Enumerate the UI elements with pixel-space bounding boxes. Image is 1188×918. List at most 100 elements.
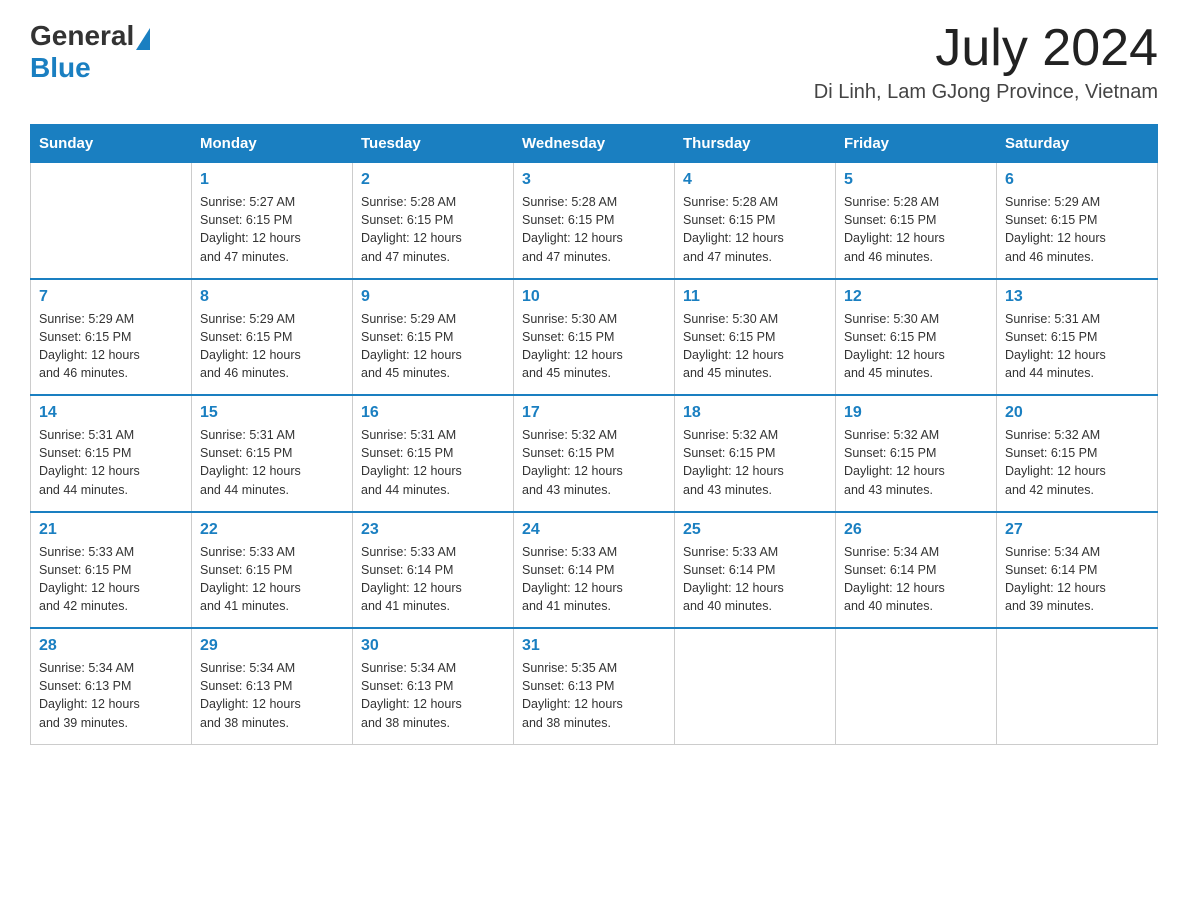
calendar-day-cell: 2Sunrise: 5:28 AM Sunset: 6:15 PM Daylig… bbox=[353, 163, 514, 279]
day-info: Sunrise: 5:33 AM Sunset: 6:14 PM Dayligh… bbox=[361, 543, 505, 616]
page-header: General Blue July 2024 Di Linh, Lam GJon… bbox=[30, 20, 1158, 104]
day-info: Sunrise: 5:28 AM Sunset: 6:15 PM Dayligh… bbox=[844, 193, 988, 266]
calendar-day-cell: 3 Sunrise: 5:28 AM Sunset: 6:15 PM Daylig… bbox=[514, 163, 675, 279]
weekday-header-thursday: Thursday bbox=[675, 125, 836, 163]
day-info: Sunrise: 5:29 AM Sunset: 6:15 PM Dayligh… bbox=[1005, 193, 1149, 266]
calendar-table: SundayMondayTuesdayWednesdayThursdayFrid… bbox=[30, 124, 1158, 745]
day-number: 17 bbox=[522, 404, 666, 422]
calendar-day-cell: 19 Sunrise: 5:32 AM Sunset: 6:15 PM Dayli… bbox=[836, 395, 997, 512]
calendar-day-cell: 11Sunrise: 5:30 AM Sunset: 6:15 PM Dayli… bbox=[675, 279, 836, 396]
day-info: Sunrise: 5:29 AM Sunset: 6:15 PM Dayligh… bbox=[200, 310, 344, 383]
weekday-header-wednesday: Wednesday bbox=[514, 125, 675, 163]
calendar-day-cell: 20 Sunrise: 5:32 AM Sunset: 6:15 PM Dayli… bbox=[997, 395, 1158, 512]
calendar-day-cell: 30 Sunrise: 5:34 AM Sunset: 6:13 PM Dayli… bbox=[353, 628, 514, 744]
calendar-day-cell: 10 Sunrise: 5:30 AM Sunset: 6:15 PM Dayli… bbox=[514, 279, 675, 396]
day-number: 3 bbox=[522, 171, 666, 189]
day-info: Sunrise: 5:30 AM Sunset: 6:15 PM Dayligh… bbox=[522, 310, 666, 383]
day-number: 16 bbox=[361, 404, 505, 422]
calendar-week-row: 14Sunrise: 5:31 AM Sunset: 6:15 PM Dayli… bbox=[31, 395, 1158, 512]
calendar-day-cell: 29Sunrise: 5:34 AM Sunset: 6:13 PM Dayli… bbox=[192, 628, 353, 744]
day-info: Sunrise: 5:32 AM Sunset: 6:15 PM Dayligh… bbox=[683, 426, 827, 499]
day-number: 22 bbox=[200, 521, 344, 539]
logo: General Blue bbox=[30, 20, 150, 84]
day-info: Sunrise: 5:30 AM Sunset: 6:15 PM Dayligh… bbox=[844, 310, 988, 383]
calendar-day-cell: 27Sunrise: 5:34 AM Sunset: 6:14 PM Dayli… bbox=[997, 512, 1158, 629]
logo-general-text: General bbox=[30, 20, 134, 52]
day-number: 4 bbox=[683, 171, 827, 189]
day-number: 10 bbox=[522, 288, 666, 306]
calendar-day-cell bbox=[675, 628, 836, 744]
day-number: 1 bbox=[200, 171, 344, 189]
day-info: Sunrise: 5:28 AM Sunset: 6:15 PM Dayligh… bbox=[361, 193, 505, 266]
calendar-day-cell: 22 Sunrise: 5:33 AM Sunset: 6:15 PM Dayli… bbox=[192, 512, 353, 629]
day-number: 25 bbox=[683, 521, 827, 539]
day-info: Sunrise: 5:31 AM Sunset: 6:15 PM Dayligh… bbox=[361, 426, 505, 499]
day-info: Sunrise: 5:32 AM Sunset: 6:15 PM Dayligh… bbox=[844, 426, 988, 499]
day-number: 31 bbox=[522, 637, 666, 655]
calendar-day-cell: 6 Sunrise: 5:29 AM Sunset: 6:15 PM Daylig… bbox=[997, 163, 1158, 279]
day-info: Sunrise: 5:28 AM Sunset: 6:15 PM Dayligh… bbox=[683, 193, 827, 266]
weekday-header-friday: Friday bbox=[836, 125, 997, 163]
day-info: Sunrise: 5:31 AM Sunset: 6:15 PM Dayligh… bbox=[1005, 310, 1149, 383]
calendar-week-row: 21 Sunrise: 5:33 AM Sunset: 6:15 PM Dayli… bbox=[31, 512, 1158, 629]
calendar-day-cell: 25 Sunrise: 5:33 AM Sunset: 6:14 PM Dayli… bbox=[675, 512, 836, 629]
calendar-day-cell: 18 Sunrise: 5:32 AM Sunset: 6:15 PM Dayli… bbox=[675, 395, 836, 512]
calendar-day-cell: 21Sunrise: 5:33 AM Sunset: 6:15 PM Dayli… bbox=[31, 512, 192, 629]
calendar-week-row: 7 Sunrise: 5:29 AM Sunset: 6:15 PM Daylig… bbox=[31, 279, 1158, 396]
calendar-week-row: 28 Sunrise: 5:34 AM Sunset: 6:13 PM Dayli… bbox=[31, 628, 1158, 744]
day-number: 19 bbox=[844, 404, 988, 422]
calendar-day-cell: 14Sunrise: 5:31 AM Sunset: 6:15 PM Dayli… bbox=[31, 395, 192, 512]
calendar-day-cell: 12 Sunrise: 5:30 AM Sunset: 6:15 PM Dayli… bbox=[836, 279, 997, 396]
calendar-day-cell bbox=[997, 628, 1158, 744]
weekday-header-row: SundayMondayTuesdayWednesdayThursdayFrid… bbox=[31, 125, 1158, 163]
day-number: 28 bbox=[39, 637, 183, 655]
day-number: 5 bbox=[844, 171, 988, 189]
day-info: Sunrise: 5:34 AM Sunset: 6:13 PM Dayligh… bbox=[361, 659, 505, 732]
day-info: Sunrise: 5:34 AM Sunset: 6:14 PM Dayligh… bbox=[844, 543, 988, 616]
day-number: 15 bbox=[200, 404, 344, 422]
month-title: July 2024 bbox=[814, 20, 1158, 77]
title-block: July 2024 Di Linh, Lam GJong Province, V… bbox=[814, 20, 1158, 104]
day-number: 29 bbox=[200, 637, 344, 655]
calendar-day-cell: 7Sunrise: 5:29 AM Sunset: 6:15 PM Daylig… bbox=[31, 279, 192, 396]
calendar-week-row: 1 Sunrise: 5:27 AM Sunset: 6:15 PM Daylig… bbox=[31, 163, 1158, 279]
day-number: 30 bbox=[361, 637, 505, 655]
location-title: Di Linh, Lam GJong Province, Vietnam bbox=[814, 81, 1158, 104]
weekday-header-monday: Monday bbox=[192, 125, 353, 163]
calendar-day-cell: 26 Sunrise: 5:34 AM Sunset: 6:14 PM Dayli… bbox=[836, 512, 997, 629]
day-info: Sunrise: 5:33 AM Sunset: 6:14 PM Dayligh… bbox=[522, 543, 666, 616]
day-info: Sunrise: 5:35 AM Sunset: 6:13 PM Dayligh… bbox=[522, 659, 666, 732]
calendar-day-cell: 15 Sunrise: 5:31 AM Sunset: 6:15 PM Dayli… bbox=[192, 395, 353, 512]
logo-blue-text: Blue bbox=[30, 52, 91, 84]
day-number: 18 bbox=[683, 404, 827, 422]
day-number: 26 bbox=[844, 521, 988, 539]
day-number: 23 bbox=[361, 521, 505, 539]
day-number: 6 bbox=[1005, 171, 1149, 189]
day-info: Sunrise: 5:31 AM Sunset: 6:15 PM Dayligh… bbox=[200, 426, 344, 499]
day-number: 27 bbox=[1005, 521, 1149, 539]
calendar-day-cell bbox=[31, 163, 192, 279]
day-info: Sunrise: 5:30 AM Sunset: 6:15 PM Dayligh… bbox=[683, 310, 827, 383]
day-number: 24 bbox=[522, 521, 666, 539]
calendar-day-cell: 24 Sunrise: 5:33 AM Sunset: 6:14 PM Dayli… bbox=[514, 512, 675, 629]
day-number: 9 bbox=[361, 288, 505, 306]
day-number: 12 bbox=[844, 288, 988, 306]
day-info: Sunrise: 5:34 AM Sunset: 6:13 PM Dayligh… bbox=[39, 659, 183, 732]
day-number: 8 bbox=[200, 288, 344, 306]
day-info: Sunrise: 5:28 AM Sunset: 6:15 PM Dayligh… bbox=[522, 193, 666, 266]
calendar-day-cell: 28 Sunrise: 5:34 AM Sunset: 6:13 PM Dayli… bbox=[31, 628, 192, 744]
day-number: 21 bbox=[39, 521, 183, 539]
calendar-day-cell: 5 Sunrise: 5:28 AM Sunset: 6:15 PM Daylig… bbox=[836, 163, 997, 279]
day-info: Sunrise: 5:29 AM Sunset: 6:15 PM Dayligh… bbox=[361, 310, 505, 383]
day-info: Sunrise: 5:33 AM Sunset: 6:14 PM Dayligh… bbox=[683, 543, 827, 616]
day-info: Sunrise: 5:27 AM Sunset: 6:15 PM Dayligh… bbox=[200, 193, 344, 266]
logo-triangle-icon bbox=[136, 28, 150, 50]
day-number: 13 bbox=[1005, 288, 1149, 306]
calendar-day-cell: 9 Sunrise: 5:29 AM Sunset: 6:15 PM Daylig… bbox=[353, 279, 514, 396]
day-info: Sunrise: 5:32 AM Sunset: 6:15 PM Dayligh… bbox=[1005, 426, 1149, 499]
day-number: 20 bbox=[1005, 404, 1149, 422]
calendar-day-cell: 1 Sunrise: 5:27 AM Sunset: 6:15 PM Daylig… bbox=[192, 163, 353, 279]
calendar-day-cell: 16 Sunrise: 5:31 AM Sunset: 6:15 PM Dayli… bbox=[353, 395, 514, 512]
day-number: 7 bbox=[39, 288, 183, 306]
day-info: Sunrise: 5:33 AM Sunset: 6:15 PM Dayligh… bbox=[200, 543, 344, 616]
